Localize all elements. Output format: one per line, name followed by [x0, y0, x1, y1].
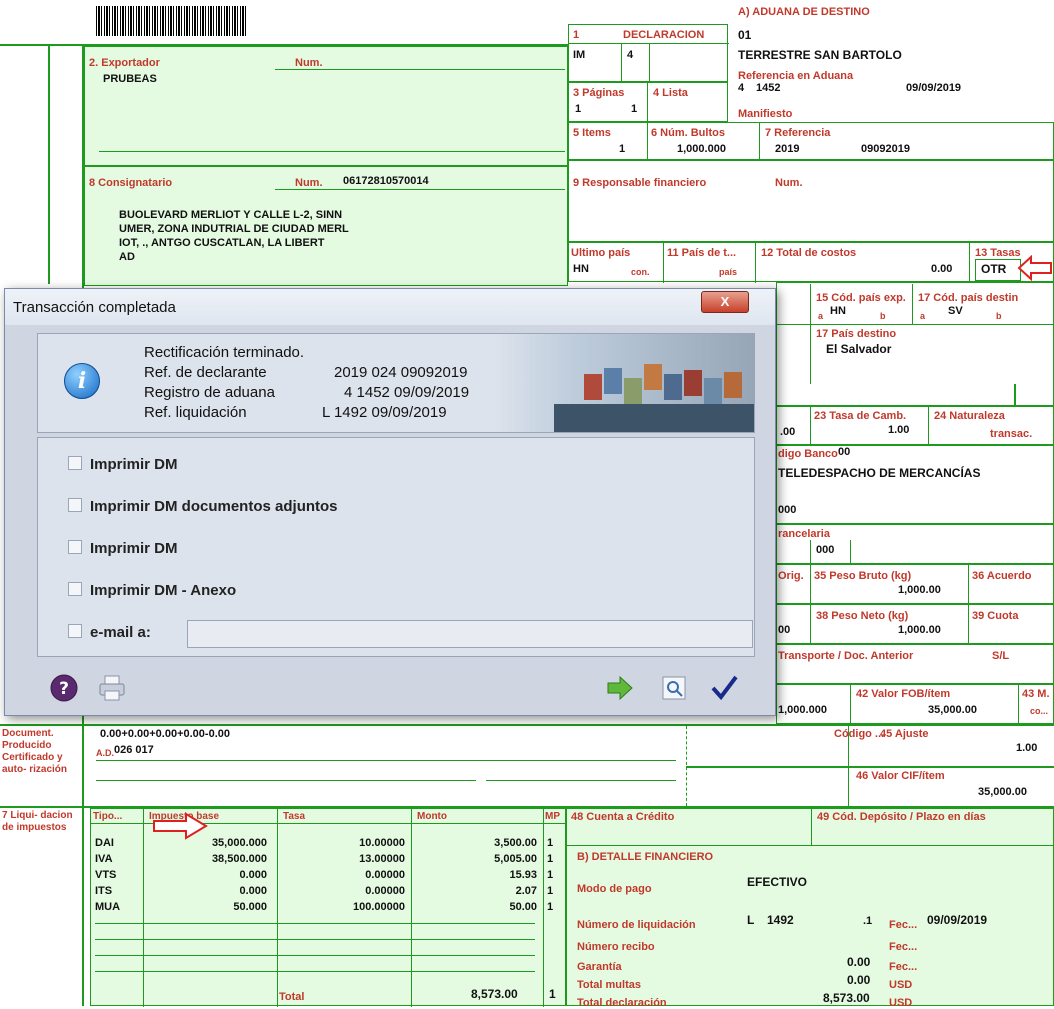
ref-declarante-value: 2019 024 09092019	[334, 364, 468, 381]
exportador-name: PRUBEAS	[103, 73, 157, 85]
tasas-value: OTR	[981, 262, 1007, 276]
liquidacion-cell-base: 0.000	[239, 869, 267, 881]
checkbox[interactable]	[68, 498, 82, 513]
option-imprimir-dm-2[interactable]: Imprimir DM	[68, 540, 178, 557]
option-imprimir-dm[interactable]: Imprimir DM	[68, 456, 178, 473]
checkbox[interactable]	[68, 456, 82, 471]
liquidacion-cell-mp: 1	[547, 885, 554, 897]
liquidacion-cell-tasa: 0.00000	[365, 885, 405, 897]
option-imprimir-dm-anexo[interactable]: Imprimir DM - Anexo	[68, 582, 236, 599]
liquidacion-cell-base: 38,500.000	[211, 853, 267, 865]
transaction-completed-dialog: Transacción completada X i Rectificación…	[4, 288, 776, 716]
liquidacion-total: 8,573.00	[471, 987, 518, 1001]
liquidacion-cell-tipo: ITS	[95, 885, 113, 897]
info-panel: i Rectificación terminado. Ref. de decla…	[37, 333, 755, 433]
dialog-title: Transacción completada	[13, 299, 176, 316]
print-options-panel: Imprimir DM Imprimir DM documentos adjun…	[37, 437, 755, 657]
consignatario-box: 8 Consignatario Num. 06172810570014 BUOL…	[84, 166, 568, 286]
dialog-titlebar[interactable]: Transacción completada X	[5, 289, 775, 325]
liquidacion-cell-monto: 3,500.00	[494, 837, 537, 849]
liquidacion-cell-tipo: IVA	[95, 853, 113, 865]
help-icon[interactable]: ?	[49, 673, 79, 703]
svg-text:?: ?	[59, 679, 69, 699]
option-imprimir-dm-adjuntos[interactable]: Imprimir DM documentos adjuntos	[68, 498, 338, 515]
declaracion-box: 1 DECLARACION IM 4	[568, 24, 729, 83]
liquidacion-cell-base: 50.000	[233, 901, 267, 913]
checkbox[interactable]	[68, 582, 82, 597]
consignatario-num: 06172810570014	[343, 175, 429, 187]
cargo-ship-image	[494, 334, 754, 432]
liquidacion-cell-monto: 2.07	[515, 885, 537, 897]
exportador-box: 2. Exportador Num. PRUBEAS	[84, 46, 568, 166]
barcode	[96, 6, 246, 36]
liquidacion-cell-mp: 1	[547, 869, 554, 881]
preview-icon[interactable]	[659, 673, 689, 703]
liquidacion-cell-mp: 1	[547, 901, 554, 913]
liquidacion-cell-mp: 1	[547, 853, 554, 865]
checkmark-icon[interactable]	[709, 673, 739, 703]
checkbox[interactable]	[68, 624, 82, 639]
liquidacion-cell-tasa: 100.00000	[353, 901, 405, 913]
liquidacion-cell-tipo: DAI	[95, 837, 114, 849]
liquidacion-cell-tipo: VTS	[95, 869, 117, 881]
printer-icon[interactable]	[97, 673, 127, 703]
info-icon: i	[64, 363, 100, 399]
liquidacion-cell-monto: 5,005.00	[494, 853, 537, 865]
ref-liquidacion-value: L 1492 09/09/2019	[322, 404, 447, 421]
option-email[interactable]: e-mail a:	[68, 624, 151, 641]
liquidacion-cell-tipo: MUA	[95, 901, 121, 913]
liquidacion-cell-mp: 1	[547, 837, 554, 849]
aduana-destino-name: TERRESTRE SAN BARTOLO	[738, 48, 902, 62]
liquidacion-cell-monto: 15.93	[509, 869, 537, 881]
next-arrow-icon[interactable]	[605, 673, 635, 703]
registro-aduana-value: 4 1452 09/09/2019	[344, 384, 470, 401]
liquidacion-cell-tasa: 10.00000	[359, 837, 405, 849]
liquidacion-cell-tasa: 0.00000	[365, 869, 405, 881]
checkbox[interactable]	[68, 540, 82, 555]
red-arrow-icon	[1017, 255, 1052, 281]
email-input[interactable]	[187, 620, 753, 648]
liquidacion-cell-tasa: 13.00000	[359, 853, 405, 865]
liquidacion-cell-base: 0.000	[239, 885, 267, 897]
aduana-destino-label: A) ADUANA DE DESTINO	[738, 6, 870, 18]
items-row: 5 Items 1 6 Núm. Bultos 1,000.000 7 Refe…	[568, 122, 1054, 161]
total-declaracion: 8,573.00	[823, 991, 870, 1005]
detalle-financiero: 48 Cuenta a Crédito 49 Cód. Depósito / P…	[566, 808, 1054, 1009]
close-button[interactable]: X	[701, 291, 749, 313]
red-arrow-icon	[153, 812, 208, 840]
liquidacion-cell-monto: 50.00	[509, 901, 537, 913]
status-message: Rectificación terminado.	[144, 344, 305, 361]
